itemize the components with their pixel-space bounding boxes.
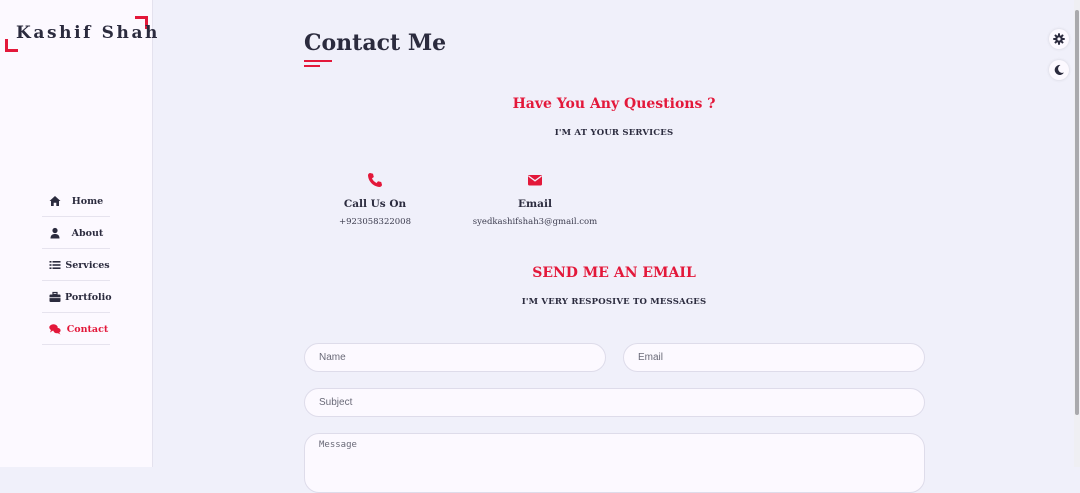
nav-label-portfolio: Portfolio bbox=[65, 291, 112, 303]
side-nav: Home About Services Portfolio Contact bbox=[42, 186, 112, 346]
nav-item-contact[interactable]: Contact bbox=[42, 314, 110, 345]
comments-icon bbox=[49, 323, 61, 335]
nav-label-about: About bbox=[71, 227, 104, 239]
phone-number[interactable]: +923058322008 bbox=[295, 217, 455, 227]
nav-item-portfolio[interactable]: Portfolio bbox=[42, 282, 112, 313]
nav-label-services: Services bbox=[65, 259, 110, 271]
page-title: Contact Me bbox=[304, 30, 447, 56]
name-input[interactable]: Name bbox=[304, 343, 606, 372]
send-email-subheading: I'M VERY RESPOSIVE TO MESSAGES bbox=[521, 297, 707, 307]
nav-label-home: Home bbox=[71, 195, 104, 207]
email-input[interactable]: Email bbox=[623, 343, 925, 372]
scrollbar[interactable] bbox=[1074, 0, 1080, 467]
call-heading: Call Us On bbox=[343, 198, 407, 210]
nav-label-contact: Contact bbox=[66, 323, 109, 335]
email-address[interactable]: syedkashifshah3@gmail.com bbox=[455, 217, 615, 227]
phone-icon bbox=[367, 172, 383, 188]
theme-toggle-button[interactable] bbox=[1049, 60, 1069, 80]
call-card: Call Us On +923058322008 bbox=[295, 172, 455, 227]
user-icon bbox=[49, 227, 61, 239]
questions-subheading: I'M AT YOUR SERVICES bbox=[554, 128, 674, 138]
title-underline-short bbox=[304, 65, 320, 67]
email-heading: Email bbox=[518, 198, 552, 210]
moon-icon bbox=[1053, 61, 1065, 80]
title-underline bbox=[304, 60, 332, 62]
nav-item-about[interactable]: About bbox=[42, 218, 110, 249]
message-textarea[interactable]: Message bbox=[304, 433, 925, 493]
settings-button[interactable] bbox=[1049, 29, 1069, 49]
nav-item-home[interactable]: Home bbox=[42, 186, 110, 217]
briefcase-icon bbox=[49, 291, 61, 303]
home-icon bbox=[49, 195, 61, 207]
send-email-heading: SEND ME AN EMAIL bbox=[532, 265, 696, 281]
logo-text: Kashif Shah bbox=[16, 23, 161, 43]
gear-icon bbox=[1053, 30, 1065, 49]
list-icon bbox=[49, 259, 61, 271]
sidebar: Kashif Shah Home About Services Portfoli… bbox=[0, 0, 157, 467]
envelope-icon bbox=[527, 172, 543, 188]
questions-heading: Have You Any Questions ? bbox=[512, 96, 716, 112]
email-card: Email syedkashifshah3@gmail.com bbox=[455, 172, 615, 227]
scrollbar-thumb[interactable] bbox=[1075, 10, 1079, 415]
logo[interactable]: Kashif Shah bbox=[5, 16, 157, 52]
subject-input[interactable]: Subject bbox=[304, 388, 925, 417]
nav-item-services[interactable]: Services bbox=[42, 250, 110, 281]
